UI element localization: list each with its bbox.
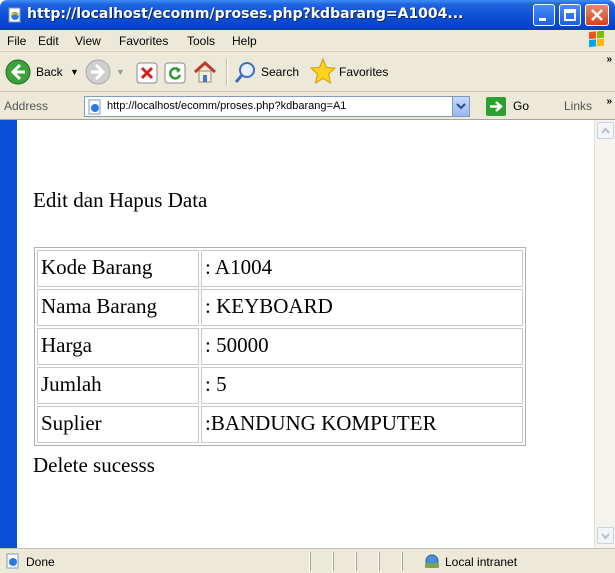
menu-help[interactable]: Help xyxy=(232,34,257,48)
field-value: :BANDUNG KOMPUTER xyxy=(201,406,523,443)
back-arrow-icon[interactable] xyxy=(4,58,32,86)
address-dropdown-button[interactable] xyxy=(452,97,469,116)
field-value: : 50000 xyxy=(201,328,523,365)
address-input[interactable]: http://localhost/ecomm/proses.php?kdbara… xyxy=(84,96,470,117)
vertical-scrollbar[interactable] xyxy=(594,120,615,548)
status-pane xyxy=(402,552,403,571)
forward-dropdown-icon[interactable]: ▼ xyxy=(116,67,125,77)
status-pane xyxy=(356,552,357,571)
maximize-icon xyxy=(564,9,576,21)
close-button[interactable] xyxy=(585,4,609,26)
table-row: Nama Barang : KEYBOARD xyxy=(37,289,523,326)
item-table: Kode Barang : A1004 Nama Barang : KEYBOA… xyxy=(34,247,526,446)
field-label: Nama Barang xyxy=(37,289,199,326)
links-label[interactable]: Links xyxy=(564,99,592,113)
result-message: Delete sucesss xyxy=(33,453,155,477)
toolbar: Back ▼ ▼ Search Favorites » xyxy=(0,52,615,92)
menu-file[interactable]: File xyxy=(7,34,26,48)
menu-edit[interactable]: Edit xyxy=(38,34,59,48)
refresh-icon[interactable] xyxy=(164,62,186,84)
toolbar-chevron-icon[interactable]: » xyxy=(606,54,612,65)
field-value: : A1004 xyxy=(201,250,523,287)
favorites-button-label[interactable]: Favorites xyxy=(339,65,388,79)
close-icon xyxy=(591,9,603,21)
scroll-up-button[interactable] xyxy=(597,122,614,139)
status-pane xyxy=(333,552,334,571)
address-url[interactable]: http://localhost/ecomm/proses.php?kdbara… xyxy=(107,100,447,112)
maximize-button[interactable] xyxy=(559,4,581,26)
table-row: Suplier :BANDUNG KOMPUTER xyxy=(37,406,523,443)
field-label: Jumlah xyxy=(37,367,199,404)
ie-page-icon xyxy=(88,99,101,115)
field-value: : 5 xyxy=(201,367,523,404)
table-row: Jumlah : 5 xyxy=(37,367,523,404)
back-button-label[interactable]: Back xyxy=(36,65,63,79)
field-label: Kode Barang xyxy=(37,250,199,287)
favorites-star-icon[interactable] xyxy=(309,57,337,85)
back-dropdown-icon[interactable]: ▼ xyxy=(70,67,79,77)
menu-tools[interactable]: Tools xyxy=(187,34,215,48)
ie-page-icon xyxy=(8,7,21,23)
home-icon[interactable] xyxy=(192,59,218,85)
status-bar: Done Local intranet xyxy=(0,548,615,573)
forward-arrow-icon[interactable] xyxy=(84,58,112,86)
address-bar: Address http://localhost/ecomm/proses.ph… xyxy=(0,92,615,120)
field-label: Harga xyxy=(37,328,199,365)
go-button-label[interactable]: Go xyxy=(513,99,529,113)
address-label: Address xyxy=(4,99,49,113)
minimize-button[interactable] xyxy=(533,4,555,26)
window-frame-left xyxy=(0,120,17,550)
search-icon[interactable] xyxy=(234,60,258,84)
links-chevron-icon[interactable]: » xyxy=(606,96,612,107)
page-title: Edit dan Hapus Data xyxy=(33,188,208,212)
title-bar: http://localhost/ecomm/proses.php?kdbara… xyxy=(0,0,615,30)
chevron-down-icon xyxy=(601,533,610,540)
window-title: http://localhost/ecomm/proses.php?kdbara… xyxy=(27,6,464,22)
chevron-down-icon xyxy=(456,103,466,110)
toolbar-separator xyxy=(226,58,227,86)
search-button-label[interactable]: Search xyxy=(261,65,299,79)
go-arrow-icon[interactable] xyxy=(486,97,506,116)
minimize-icon xyxy=(539,18,546,21)
field-value: : KEYBOARD xyxy=(201,289,523,326)
scroll-down-button[interactable] xyxy=(597,527,614,544)
status-pane xyxy=(310,552,311,571)
table-row: Harga : 50000 xyxy=(37,328,523,365)
status-text: Done xyxy=(26,555,55,569)
menu-bar: File Edit View Favorites Tools Help xyxy=(0,30,615,52)
security-zone: Local intranet xyxy=(445,555,518,569)
status-pane xyxy=(379,552,380,571)
field-label: Suplier xyxy=(37,406,199,443)
intranet-icon xyxy=(425,554,439,568)
page-viewport: Edit dan Hapus Data Kode Barang : A1004 … xyxy=(17,120,594,548)
table-row: Kode Barang : A1004 xyxy=(37,250,523,287)
chevron-up-icon xyxy=(601,127,610,134)
menu-favorites[interactable]: Favorites xyxy=(119,34,168,48)
ie-page-icon xyxy=(6,553,19,569)
windows-logo-icon xyxy=(589,30,604,48)
stop-icon[interactable] xyxy=(136,62,158,84)
menu-view[interactable]: View xyxy=(75,34,101,48)
